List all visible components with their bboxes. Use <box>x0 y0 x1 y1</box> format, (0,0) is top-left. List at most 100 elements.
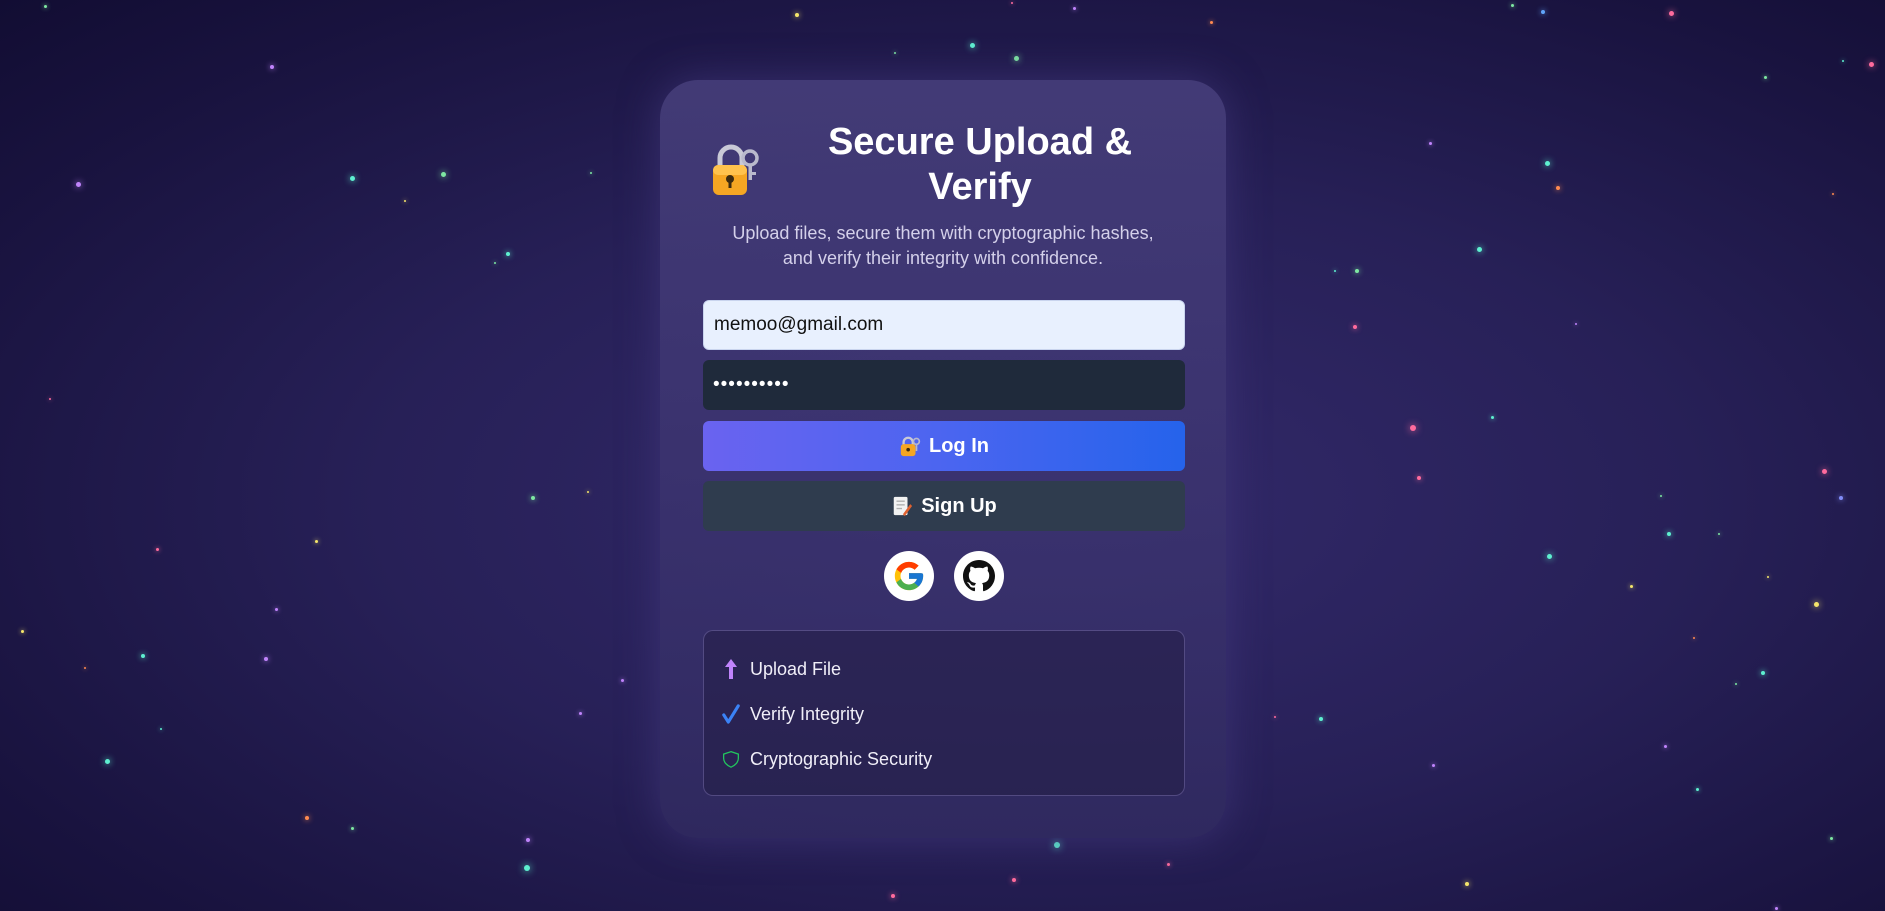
star-dot <box>1353 325 1357 329</box>
star-dot <box>1166 862 1170 866</box>
star-dot <box>1428 141 1432 145</box>
star-dot <box>1556 186 1560 190</box>
document-with-pen-icon <box>893 496 913 517</box>
star-dot <box>1829 836 1833 840</box>
feature-upload-file: Upload File <box>722 657 841 681</box>
star-dot <box>1013 55 1019 61</box>
star-dot <box>590 172 592 174</box>
star-dot <box>795 13 799 17</box>
star-dot <box>1510 3 1514 7</box>
feature-label: Verify Integrity <box>750 703 865 724</box>
star-dot <box>1821 468 1827 474</box>
star-dot <box>440 171 446 177</box>
star-dot <box>1072 6 1076 10</box>
feature-label: Upload File <box>750 658 842 679</box>
star-dot <box>969 42 975 48</box>
star-dot <box>1663 744 1667 748</box>
star-dot <box>1813 601 1819 607</box>
star-dot <box>274 607 278 611</box>
star-dot <box>1209 20 1213 24</box>
checkmark-icon <box>722 702 740 726</box>
google-icon <box>894 561 924 591</box>
login-label: Log In <box>929 434 989 457</box>
shield-icon <box>722 747 740 771</box>
star-dot <box>1660 495 1662 497</box>
star-dot <box>1011 2 1013 4</box>
star-dot <box>1546 553 1552 559</box>
star-dot <box>587 491 589 493</box>
star-dot <box>1431 763 1435 767</box>
github-login-button[interactable] <box>954 551 1004 601</box>
star-dot <box>49 398 51 400</box>
star-dot <box>349 175 355 181</box>
star-dot <box>1868 61 1874 67</box>
star-dot <box>1668 10 1674 16</box>
star-dot <box>524 865 530 871</box>
star-dot <box>141 654 145 658</box>
google-login-button[interactable] <box>884 551 934 601</box>
login-button[interactable]: Log In <box>703 421 1185 471</box>
star-dot <box>891 894 895 898</box>
star-dot <box>1842 60 1844 62</box>
feature-label: Cryptographic Security <box>750 748 933 769</box>
star-dot <box>104 758 110 764</box>
page-title: Secure Upload & Verify <box>827 121 1133 208</box>
password-field[interactable] <box>703 360 1185 410</box>
star-dot <box>75 181 81 187</box>
star-dot <box>1693 637 1695 639</box>
star-dot <box>305 816 309 820</box>
star-dot <box>506 252 510 256</box>
star-dot <box>350 826 354 830</box>
star-dot <box>1718 533 1720 535</box>
star-dot <box>160 728 162 730</box>
star-dot <box>264 657 268 661</box>
star-dot <box>578 711 582 715</box>
subtitle-line-1: Upload files, secure them with cryptogra… <box>732 223 1154 243</box>
star-dot <box>1575 323 1577 325</box>
star-dot <box>1410 425 1416 431</box>
star-dot <box>1465 882 1469 886</box>
star-dot <box>1490 415 1494 419</box>
star-dot <box>1667 532 1671 536</box>
star-dot <box>1417 476 1421 480</box>
star-dot <box>1629 584 1633 588</box>
star-dot <box>1319 717 1323 721</box>
signup-button[interactable]: Sign Up <box>703 481 1185 531</box>
github-icon <box>963 560 995 592</box>
star-dot <box>1476 246 1482 252</box>
feature-verify-integrity: Verify Integrity <box>722 702 864 726</box>
star-dot <box>894 52 896 54</box>
subtitle-line-2: and verify their integrity with confiden… <box>782 248 1104 268</box>
star-dot <box>1334 270 1336 272</box>
lock-with-key-icon <box>713 144 759 195</box>
star-dot <box>84 667 86 669</box>
star-dot <box>1735 683 1737 685</box>
star-dot <box>1355 269 1359 273</box>
email-field[interactable] <box>703 300 1185 350</box>
star-dot <box>1763 75 1767 79</box>
star-dot <box>43 4 47 8</box>
star-dot <box>1774 906 1778 910</box>
star-dot <box>1054 842 1060 848</box>
star-dot <box>314 539 318 543</box>
lock-with-key-icon <box>900 436 921 457</box>
star-dot <box>494 262 496 264</box>
upload-arrow-icon <box>722 657 740 681</box>
star-dot <box>1767 576 1769 578</box>
page-subtitle: Upload files, secure them with cryptogra… <box>703 221 1183 271</box>
star-dot <box>1274 716 1276 718</box>
signup-label: Sign Up <box>921 494 997 517</box>
star-dot <box>526 838 530 842</box>
star-dot <box>155 547 159 551</box>
star-dot <box>531 496 535 500</box>
star-dot <box>620 678 624 682</box>
star-dot <box>1839 496 1843 500</box>
star-dot <box>1695 787 1699 791</box>
star-dot <box>1541 10 1545 14</box>
star-dot <box>1761 671 1765 675</box>
star-dot <box>20 629 24 633</box>
star-dot <box>1012 878 1016 882</box>
star-dot <box>1832 193 1834 195</box>
star-dot <box>270 65 274 69</box>
feature-cryptographic-security: Cryptographic Security <box>722 747 932 771</box>
